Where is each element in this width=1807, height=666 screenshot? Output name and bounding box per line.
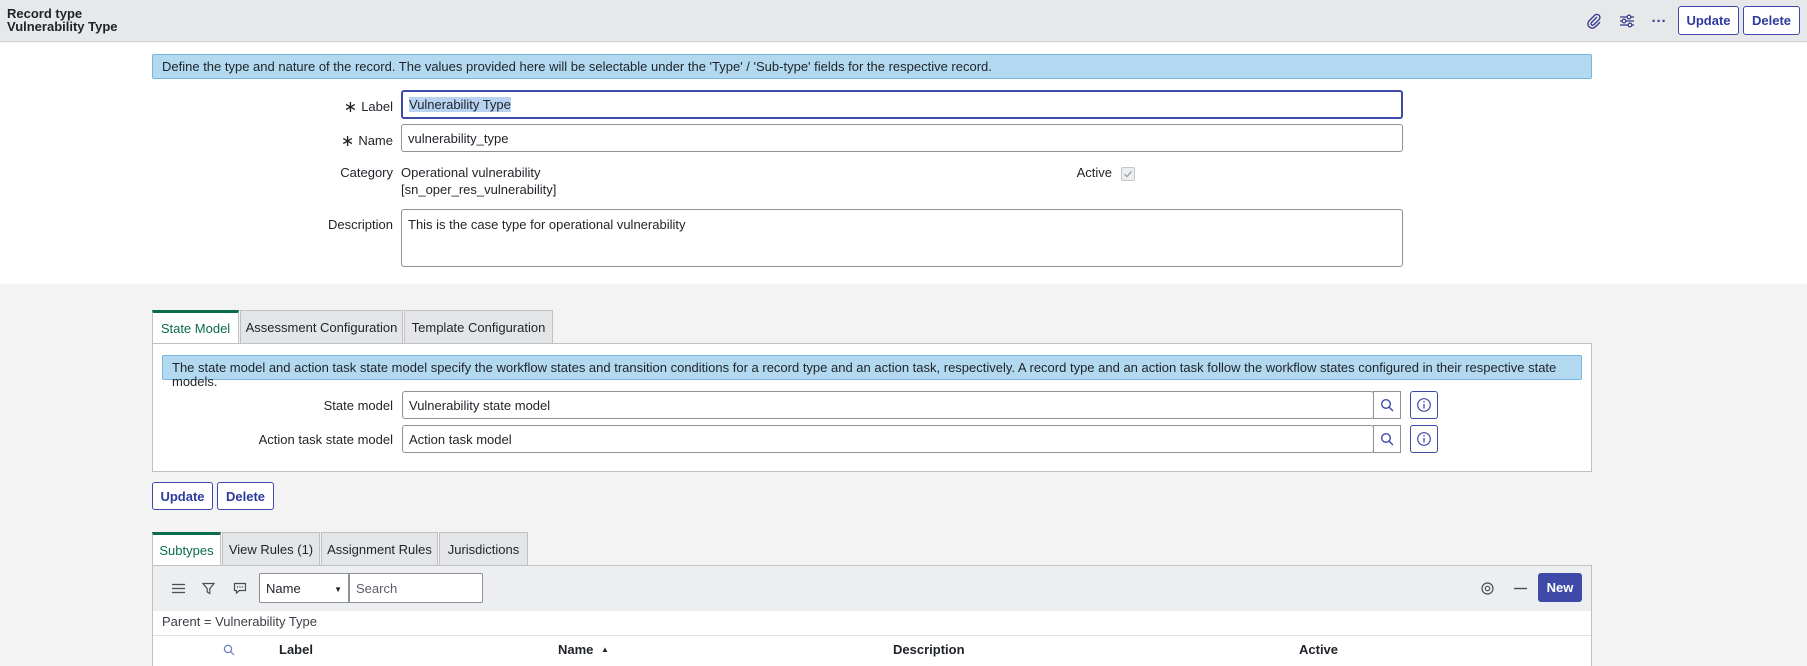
filter-icon[interactable] <box>198 578 218 598</box>
form-info-message: Define the type and nature of the record… <box>152 54 1592 79</box>
state-model-info-message: The state model and action task state mo… <box>162 355 1582 389</box>
description-value: This is the case type for operational vu… <box>408 217 686 232</box>
name-field-label: ∗ Name <box>340 133 393 150</box>
info-icon <box>1417 398 1431 412</box>
tab-assessment-configuration[interactable]: Assessment Configuration <box>240 310 403 343</box>
search-icon <box>1380 398 1394 412</box>
list-breadcrumb: Parent = Vulnerability Type <box>162 614 318 629</box>
tab-state-model[interactable]: State Model <box>152 310 239 343</box>
gear-icon[interactable] <box>1477 578 1497 598</box>
required-indicator: ∗ <box>343 99 358 116</box>
search-input[interactable]: Search <box>349 573 483 603</box>
info-icon <box>1417 432 1431 446</box>
active-field-label: Active <box>1076 165 1112 180</box>
tab-assignment-rules[interactable]: Assignment Rules <box>321 532 438 565</box>
action-task-state-model-label: Action task state model <box>258 432 393 447</box>
category-value: Operational vulnerability [sn_oper_res_v… <box>401 165 557 197</box>
search-icon <box>1380 432 1394 446</box>
action-task-state-model-input[interactable]: Action task model <box>402 425 1374 453</box>
header-delete-button[interactable]: Delete <box>1743 6 1800 35</box>
tab-template-configuration[interactable]: Template Configuration <box>404 310 553 343</box>
active-checkbox[interactable] <box>1121 167 1135 181</box>
column-header-name[interactable]: Name ▲ <box>558 642 609 657</box>
sort-ascending-icon: ▲ <box>601 645 609 654</box>
list-header-divider <box>153 635 1591 636</box>
state-model-value: Vulnerability state model <box>409 397 551 413</box>
state-model-lookup-button[interactable] <box>1373 391 1401 419</box>
category-field-label: Category <box>340 165 393 180</box>
required-indicator: ∗ <box>340 133 355 150</box>
column-search-icon[interactable] <box>221 642 237 658</box>
tab-subtypes[interactable]: Subtypes <box>152 532 221 565</box>
action-task-state-model-value: Action task model <box>409 431 512 447</box>
name-input[interactable]: vulnerability_type <box>401 124 1403 152</box>
action-task-info-button[interactable] <box>1410 425 1438 453</box>
record-header: Record type Vulnerability Type ··· Updat… <box>0 0 1807 42</box>
label-input-value: Vulnerability Type <box>409 97 511 112</box>
description-field-label: Description <box>327 217 393 232</box>
record-display-value: Vulnerability Type <box>7 19 118 34</box>
new-button[interactable]: New <box>1538 573 1582 602</box>
state-model-label: State model <box>323 398 393 413</box>
search-field-select[interactable]: Name ▼ <box>259 573 349 603</box>
state-model-info-button[interactable] <box>1410 391 1438 419</box>
comment-icon[interactable] <box>230 578 250 598</box>
tab-jurisdictions[interactable]: Jurisdictions <box>439 532 528 565</box>
description-textarea[interactable]: This is the case type for operational vu… <box>401 209 1403 267</box>
update-button[interactable]: Update <box>152 482 213 510</box>
paperclip-icon[interactable] <box>1584 11 1604 31</box>
delete-button[interactable]: Delete <box>217 482 274 510</box>
name-input-value: vulnerability_type <box>408 130 509 146</box>
header-update-button[interactable]: Update <box>1678 6 1739 35</box>
action-task-lookup-button[interactable] <box>1373 425 1401 453</box>
column-header-description[interactable]: Description <box>893 642 965 657</box>
collapse-icon[interactable] <box>1510 578 1530 598</box>
list-menu-icon[interactable] <box>168 578 188 598</box>
label-field-label: ∗ Label <box>343 99 393 116</box>
tab-view-rules[interactable]: View Rules (1) <box>222 532 320 565</box>
sliders-icon[interactable] <box>1617 11 1637 31</box>
column-header-label[interactable]: Label <box>279 642 313 657</box>
label-input[interactable]: Vulnerability Type <box>401 90 1403 119</box>
more-options-icon[interactable]: ··· <box>1649 11 1669 31</box>
column-header-active[interactable]: Active <box>1299 642 1338 657</box>
chevron-down-icon: ▼ <box>334 585 342 594</box>
state-model-input[interactable]: Vulnerability state model <box>402 391 1374 419</box>
